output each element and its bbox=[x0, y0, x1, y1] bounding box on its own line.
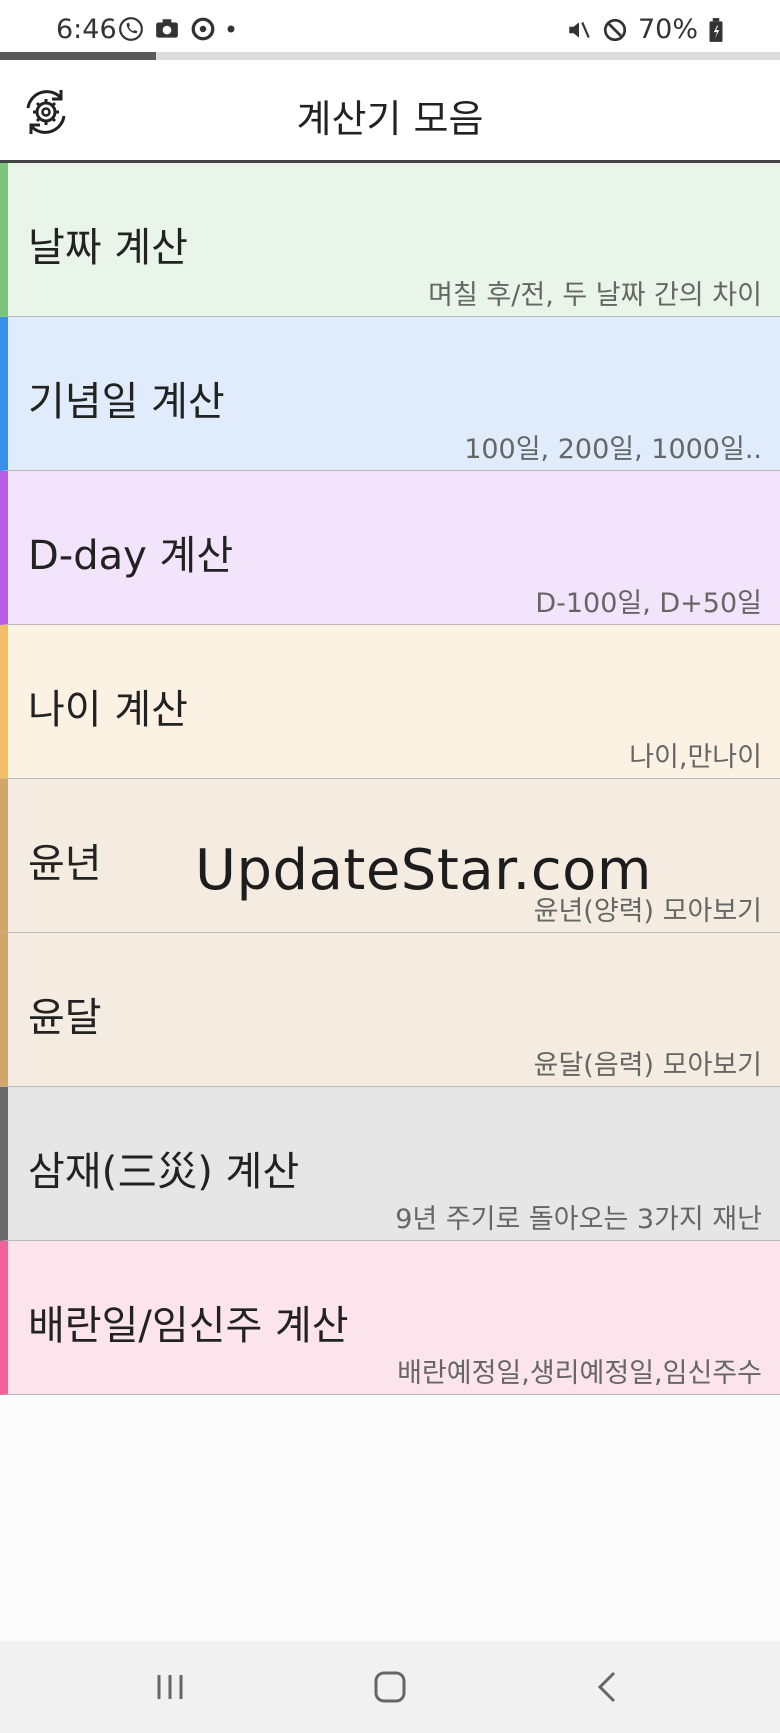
dot-icon bbox=[227, 25, 235, 33]
list-item-anniversary[interactable]: 기념일 계산 100일, 200일, 1000일.. bbox=[0, 317, 780, 471]
item-subtitle: D-100일, D+50일 bbox=[535, 588, 762, 619]
list-item-dday[interactable]: D-day 계산 D-100일, D+50일 bbox=[0, 471, 780, 625]
list-item-ovulation[interactable]: 배란일/임신주 계산 배란예정일,생리예정일,임신주수 bbox=[0, 1241, 780, 1395]
battery-level: 70% bbox=[637, 14, 698, 45]
recent-apps-icon bbox=[157, 1675, 183, 1699]
item-subtitle: 배란예정일,생리예정일,임신주수 bbox=[397, 1358, 762, 1389]
list-item-samjae[interactable]: 삼재(三災) 계산 9년 주기로 돌아오는 3가지 재난 bbox=[0, 1087, 780, 1241]
phone-icon bbox=[119, 17, 143, 41]
item-title: 나이 계산 bbox=[28, 687, 188, 733]
list-item-age[interactable]: 나이 계산 나이,만나이 bbox=[0, 625, 780, 779]
mute-icon bbox=[569, 21, 590, 38]
item-title: D-day 계산 bbox=[28, 533, 234, 579]
item-subtitle: 윤달(음력) 모아보기 bbox=[533, 1050, 762, 1081]
item-title: 배란일/임신주 계산 bbox=[28, 1303, 349, 1349]
home-icon bbox=[374, 1671, 406, 1703]
item-subtitle: 나이,만나이 bbox=[629, 742, 762, 773]
item-title: 윤달 bbox=[28, 995, 102, 1041]
item-title: 기념일 계산 bbox=[28, 379, 225, 425]
item-subtitle: 100일, 200일, 1000일.. bbox=[464, 434, 762, 465]
item-subtitle: 9년 주기로 돌아오는 3가지 재난 bbox=[395, 1204, 762, 1235]
list-item-leap-month[interactable]: 윤달 윤달(음력) 모아보기 bbox=[0, 933, 780, 1087]
battery-icon bbox=[709, 17, 723, 42]
progress-track bbox=[0, 52, 780, 60]
item-title: 삼재(三災) 계산 bbox=[28, 1149, 300, 1195]
item-title: 날짜 계산 bbox=[28, 225, 188, 271]
navigation-bar bbox=[0, 1641, 780, 1733]
back-button[interactable] bbox=[568, 1661, 648, 1713]
item-subtitle: 며칠 후/전, 두 날짜 간의 차이 bbox=[428, 280, 762, 311]
home-button[interactable] bbox=[350, 1661, 430, 1713]
back-icon bbox=[597, 1671, 616, 1703]
status-time: 6:46 bbox=[56, 14, 117, 45]
page-title: 계산기 모음 bbox=[296, 97, 484, 141]
calculator-list: 날짜 계산 며칠 후/전, 두 날짜 간의 차이 기념일 계산 100일, 20… bbox=[0, 163, 780, 1395]
status-bar: 6:46 70% bbox=[0, 0, 780, 60]
progress-fill bbox=[0, 52, 156, 60]
camera-icon bbox=[156, 19, 178, 38]
sync-icon bbox=[191, 17, 215, 41]
app-bar: 계산기 모음 bbox=[0, 60, 780, 163]
list-item-date[interactable]: 날짜 계산 며칠 후/전, 두 날짜 간의 차이 bbox=[0, 163, 780, 317]
recent-apps-button[interactable] bbox=[130, 1661, 210, 1713]
watermark: UpdateStar.com bbox=[195, 838, 652, 903]
item-title: 윤년 bbox=[28, 841, 102, 887]
block-icon bbox=[603, 18, 627, 41]
